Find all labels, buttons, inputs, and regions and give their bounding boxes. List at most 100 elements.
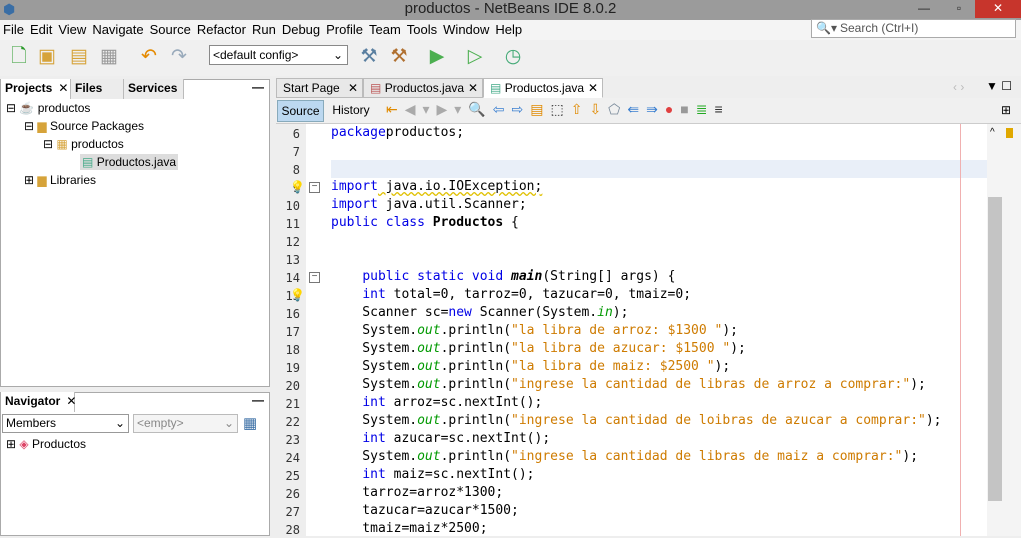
menu-debug[interactable]: Debug [279, 20, 323, 40]
code-line: tmaiz=maiz*2500; [331, 520, 487, 538]
source-button[interactable]: Source [277, 100, 324, 122]
code-token: .println( [440, 323, 512, 338]
members-select[interactable]: Members ⌄ [2, 414, 129, 433]
next-bookmark-icon[interactable]: ⇩ [589, 101, 608, 117]
menu-navigate[interactable]: Navigate [89, 20, 146, 40]
debug-icon[interactable]: ▷ [462, 44, 488, 70]
close-button[interactable]: ✕ [975, 0, 1021, 18]
warning-bulb-icon[interactable]: 💡 [290, 288, 305, 302]
profile-icon[interactable]: ◷ [500, 44, 526, 70]
previous-bookmark-icon[interactable]: ⇧ [571, 101, 590, 117]
menu-edit[interactable]: Edit [27, 20, 55, 40]
uncomment-icon[interactable]: ≡ [714, 101, 729, 117]
tree-item-project[interactable]: ⊟ ☕ productos [6, 101, 90, 115]
menu-refactor[interactable]: Refactor [194, 20, 249, 40]
chevron-down-icon: ⌄ [223, 416, 234, 430]
tab-start-page[interactable]: Start Page ✕ [276, 78, 363, 98]
tab-navigator[interactable]: Navigator ✕ [1, 392, 76, 412]
line-number: 24 [285, 451, 300, 465]
menu-run[interactable]: Run [249, 20, 279, 40]
last-edit-icon[interactable]: ⇤ [386, 101, 405, 117]
menu-tools[interactable]: Tools [404, 20, 440, 40]
menu-source[interactable]: Source [147, 20, 194, 40]
code-line: System.out.println("la libra de azucar: … [331, 340, 746, 358]
tree-item-file[interactable]: ▤ Productos.java [80, 154, 179, 170]
shift-left-icon[interactable]: ⇚ [627, 101, 646, 117]
close-icon[interactable]: ✕ [58, 81, 68, 95]
code-token: total=0, tarroz=0, tazucar=0, tmaiz=0; [385, 287, 692, 302]
tab-list-icon[interactable]: ▼ ☐ [986, 79, 1012, 93]
code-token: "ingrese la cantidad de libras de arroz … [511, 377, 911, 392]
menu-profile[interactable]: Profile [323, 20, 366, 40]
history-button[interactable]: History [326, 100, 376, 122]
close-icon[interactable]: ✕ [66, 394, 76, 408]
maximize-button[interactable]: ▫ [945, 0, 973, 18]
comment-icon[interactable]: ≣ [696, 101, 715, 117]
stop-macro-icon[interactable]: ■ [680, 101, 695, 117]
toggle-bookmark-icon[interactable]: ⬠ [608, 101, 627, 117]
code-token: .println( [440, 413, 512, 428]
menu-help[interactable]: Help [492, 20, 525, 40]
tab-productos-java-1[interactable]: ▤ Productos.java ✕ [363, 78, 483, 98]
filter-value: <empty> [137, 416, 184, 430]
chevron-down-icon: ⌄ [114, 416, 125, 430]
tab-files[interactable]: Files [71, 79, 124, 99]
code-line: int maiz=sc.nextInt(); [331, 466, 535, 484]
close-icon[interactable]: ✕ [468, 79, 478, 98]
menu-view[interactable]: View [55, 20, 89, 40]
split-editor-icon[interactable]: ⊞ [1001, 103, 1011, 117]
start-macro-icon[interactable]: ● [665, 101, 680, 117]
run-icon[interactable]: ▶ [424, 44, 450, 70]
code-token: "la libra de arroz: $1300 " [511, 323, 723, 338]
code-token: maiz=sc.nextInt(); [385, 467, 535, 482]
forward-icon[interactable]: ▶▾ [437, 101, 469, 117]
navigator-options-icon[interactable]: ▦ [243, 414, 257, 432]
scrollbar-thumb[interactable] [988, 197, 1002, 501]
save-all-icon[interactable]: ▦ [96, 44, 122, 70]
minimize-panel-button[interactable]: — [252, 80, 264, 94]
fold-icon[interactable]: − [309, 272, 320, 283]
close-icon[interactable]: ✕ [588, 79, 598, 98]
shift-right-icon[interactable]: ⇛ [646, 101, 665, 117]
fold-icon[interactable]: − [309, 182, 320, 193]
tree-item-package[interactable]: ⊟ ▦ productos [43, 137, 124, 151]
close-icon[interactable]: ✕ [348, 79, 358, 98]
line-number: 13 [285, 253, 300, 267]
tab-productos-java-2[interactable]: ▤ Productos.java ✕ [483, 78, 603, 98]
tree-item-libraries[interactable]: ⊞ ▆ Libraries [24, 173, 96, 187]
toggle-selection-icon[interactable]: ⬚ [550, 101, 570, 117]
warning-bulb-icon[interactable]: 💡 [290, 180, 305, 194]
find-next-icon[interactable]: ⇨ [512, 101, 531, 117]
minimize-button[interactable]: — [910, 0, 938, 18]
back-icon[interactable]: ◀▾ [405, 101, 437, 117]
new-project-icon[interactable]: ▣ [34, 44, 60, 70]
tree-item-source-packages[interactable]: ⊟ ▆ Source Packages [24, 119, 144, 133]
menu-file[interactable]: File [0, 20, 27, 40]
minimize-panel-button[interactable]: — [252, 393, 264, 407]
filter-select[interactable]: <empty> ⌄ [133, 414, 238, 433]
toggle-highlight-icon[interactable]: ▤ [530, 101, 550, 117]
config-select[interactable]: <default config> ⌄ [209, 45, 348, 65]
find-icon[interactable]: 🔍 [468, 101, 492, 117]
config-value: <default config> [213, 48, 299, 62]
clean-build-icon[interactable]: ⚒ [386, 44, 412, 70]
tab-projects[interactable]: Projects ✕ [1, 79, 71, 99]
code-token: Productos [432, 215, 504, 230]
tab-services[interactable]: Services [124, 79, 184, 99]
scroll-tabs-icon[interactable]: ‹ › [953, 80, 964, 94]
open-project-icon[interactable]: ▤ [66, 44, 92, 70]
new-file-icon[interactable]: 🗋 [6, 44, 32, 70]
search-input[interactable]: 🔍▾ Search (Ctrl+I) [811, 19, 1016, 38]
build-icon[interactable]: ⚒ [356, 44, 382, 70]
scroll-up-icon[interactable]: ^ [990, 127, 995, 138]
redo-icon[interactable]: ↷ [166, 44, 192, 70]
navigator-item-class[interactable]: ⊞ ◈ Productos [6, 437, 86, 451]
tab-label: Productos.java [504, 81, 585, 95]
libraries-icon: ▆ [37, 173, 47, 187]
find-previous-icon[interactable]: ⇦ [493, 101, 512, 117]
menu-window[interactable]: Window [440, 20, 492, 40]
menu-team[interactable]: Team [366, 20, 404, 40]
undo-icon[interactable]: ↶ [136, 44, 162, 70]
